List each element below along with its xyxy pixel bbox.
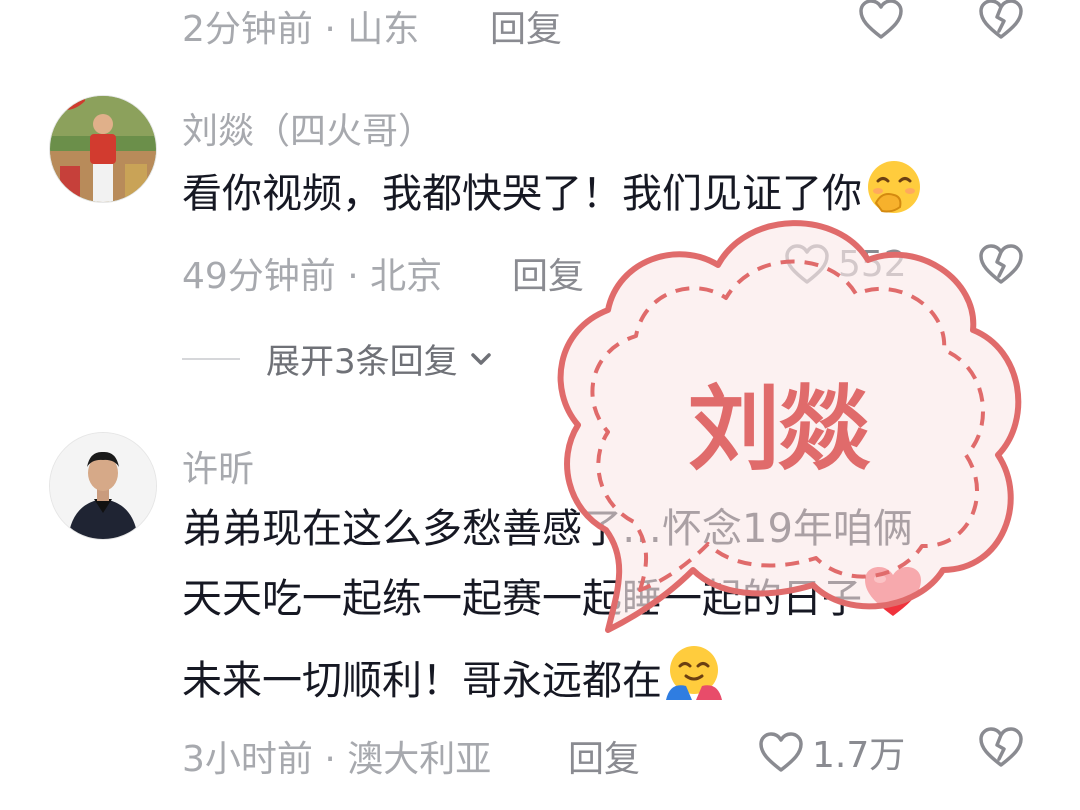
comment-xu-like-button[interactable]: 1.7万 — [758, 726, 905, 778]
comment-xu-line-3-row: 未来一切顺利！哥永远都在 — [182, 642, 924, 724]
hugging-face-emoji — [662, 642, 726, 724]
broken-heart-icon — [979, 0, 1023, 39]
avatar-liu[interactable] — [49, 95, 157, 203]
broken-heart-icon — [979, 727, 1023, 767]
comment-liu-author[interactable]: 刘燚（四火哥） — [182, 102, 434, 154]
avatar-xu-image — [50, 433, 156, 539]
expand-divider — [182, 357, 240, 360]
heart-outline-icon — [859, 0, 903, 39]
comment-top-reply-button[interactable]: 回复 — [490, 0, 562, 52]
name-stamp-overlay: 刘燚 — [548, 200, 1032, 640]
expand-replies-label: 展开3条回复 — [266, 342, 458, 382]
comment-top-time-location: 2分钟前 · 山东 — [182, 9, 420, 50]
comment-xu-dislike-button[interactable] — [978, 726, 1024, 768]
stamp-text: 刘燚 — [687, 376, 870, 483]
comment-liu-time-location: 49分钟前 · 北京 — [182, 256, 443, 297]
comment-xu-time-location: 3小时前 · 澳大利亚 — [182, 739, 492, 780]
comment-top-like-button[interactable] — [858, 0, 904, 40]
heart-outline-icon — [759, 732, 803, 772]
comment-top-dislike-button[interactable] — [978, 0, 1024, 40]
comment-liu-expand-replies[interactable]: 展开3条回复 — [182, 334, 496, 383]
avatar-liu-image — [50, 96, 156, 202]
comment-xu-line-3: 未来一切顺利！哥永远都在 — [182, 658, 662, 704]
comment-xu-reply-button[interactable]: 回复 — [568, 730, 640, 782]
comment-xu-like-count: 1.7万 — [812, 735, 906, 776]
chevron-down-icon — [470, 352, 491, 365]
comment-top-meta: 2分钟前 · 山东 — [182, 0, 419, 52]
comment-xu-author[interactable]: 许昕 — [182, 440, 254, 492]
avatar-xu[interactable] — [49, 432, 157, 540]
